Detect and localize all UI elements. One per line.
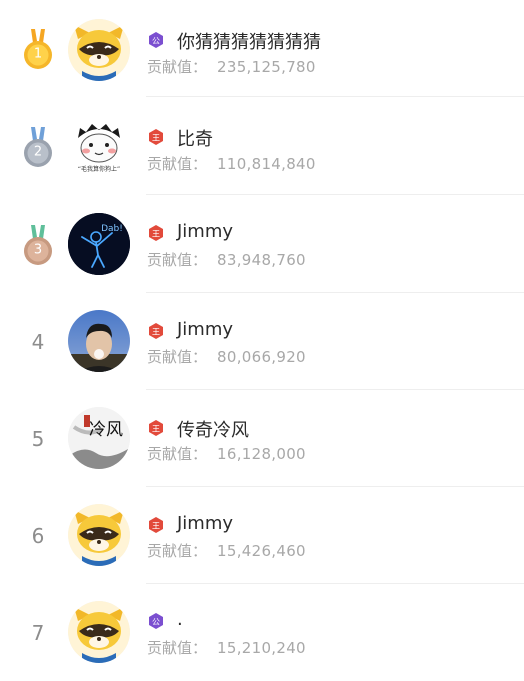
avatar-caption: “毛我算你狗上” [78, 165, 120, 173]
guild-badge-icon: 公 [147, 612, 165, 630]
user-name[interactable]: 你猜猜猜猜猜猜猜 [177, 28, 321, 54]
ranking-row[interactable]: 5 冷风 王 传奇冷风 贡献值： 16,128,000 [0, 390, 524, 487]
ranking-row[interactable]: 7 公 . 贡献值： 15,210,240 [0, 584, 524, 681]
raccoon-avatar-icon [68, 19, 130, 81]
contribution-text: 贡献值： 15,426,460 [147, 540, 306, 561]
bronze-medal-icon: 3 [19, 225, 57, 267]
contribution-label: 贡献值： [147, 58, 208, 76]
contribution-label: 贡献值： [147, 639, 208, 657]
user-name[interactable]: 比奇 [177, 125, 213, 151]
rank-number: 4 [31, 330, 45, 354]
user-avatar[interactable]: Dab! [68, 213, 130, 275]
user-name[interactable]: Jimmy [177, 319, 233, 340]
contribution-text: 贡献值： 15,210,240 [147, 637, 306, 658]
contribution-value: 110,814,840 [217, 155, 316, 173]
king-badge-icon: 王 [147, 516, 165, 534]
user-avatar[interactable] [68, 504, 130, 566]
badge-label: 王 [152, 425, 160, 434]
king-badge-icon: 王 [147, 128, 165, 146]
raccoon-avatar-icon [68, 601, 130, 663]
ranking-row[interactable]: 3 Dab! 王 Jimmy 贡献值： 83,948,760 [0, 196, 524, 293]
badge-label: 王 [152, 328, 160, 337]
user-name[interactable]: . [177, 609, 183, 630]
badge-label: 公 [152, 618, 160, 627]
divider [146, 194, 524, 195]
contribution-value: 80,066,920 [217, 348, 306, 366]
contribution-label: 贡献值： [147, 155, 208, 173]
rank-number: 7 [31, 621, 45, 645]
rank-medal-number: 2 [34, 145, 42, 160]
user-avatar[interactable]: 冷风 [68, 407, 130, 469]
user-avatar[interactable] [68, 601, 130, 663]
badge-label: 王 [152, 230, 160, 239]
contribution-text: 贡献值： 16,128,000 [147, 443, 306, 464]
contribution-value: 15,210,240 [217, 639, 306, 657]
silver-medal-icon: 2 [19, 127, 57, 169]
user-name[interactable]: Jimmy [177, 513, 233, 534]
rank-number: 5 [31, 427, 45, 451]
badge-label: 公 [152, 37, 160, 46]
contribution-value: 16,128,000 [217, 445, 306, 463]
ranking-row[interactable]: 6 王 Jimmy 贡献值： 15,426,460 [0, 487, 524, 584]
badge-label: 王 [152, 134, 160, 143]
contribution-label: 贡献值： [147, 348, 208, 366]
contribution-text: 贡献值： 80,066,920 [147, 346, 306, 367]
contribution-value: 83,948,760 [217, 251, 306, 269]
guild-badge-icon: 公 [147, 31, 165, 49]
contribution-value: 15,426,460 [217, 542, 306, 560]
photo-avatar-icon [68, 310, 130, 372]
contribution-label: 贡献值： [147, 542, 208, 560]
king-badge-icon: 王 [147, 322, 165, 340]
ranking-list: 1 公 你猜猜猜猜猜猜猜 贡献值： 235,125,780 2 “毛我算你狗上”… [0, 0, 524, 681]
user-name[interactable]: Jimmy [177, 221, 233, 242]
rank-number: 6 [31, 524, 45, 548]
contribution-text: 贡献值： 110,814,840 [147, 153, 316, 174]
badge-label: 王 [152, 522, 160, 531]
raccoon-avatar-icon [68, 504, 130, 566]
rank-medal-number: 3 [34, 243, 42, 258]
avatar-caption: Dab! [101, 224, 123, 234]
user-avatar[interactable] [68, 310, 130, 372]
dab-neon-avatar-icon: Dab! [68, 213, 130, 275]
user-avatar[interactable] [68, 19, 130, 81]
contribution-text: 贡献值： 235,125,780 [147, 56, 316, 77]
gold-medal-icon: 1 [19, 29, 57, 71]
avatar-caption: 冷风 [89, 420, 123, 440]
divider [146, 96, 524, 97]
contribution-label: 贡献值： [147, 251, 208, 269]
king-badge-icon: 王 [147, 419, 165, 437]
ranking-row[interactable]: 1 公 你猜猜猜猜猜猜猜 贡献值： 235,125,780 [0, 0, 524, 97]
user-name[interactable]: 传奇冷风 [177, 416, 249, 442]
contribution-label: 贡献值： [147, 445, 208, 463]
ranking-row[interactable]: 4 王 Jimmy 贡献值： 80,066,920 [0, 293, 524, 390]
cartoon-face-avatar-icon: “毛我算你狗上” [68, 118, 130, 180]
contribution-value: 235,125,780 [217, 58, 316, 76]
ranking-row[interactable]: 2 “毛我算你狗上” 王 比奇 贡献值： 110,814,840 [0, 98, 524, 195]
king-badge-icon: 王 [147, 224, 165, 242]
contribution-text: 贡献值： 83,948,760 [147, 249, 306, 270]
user-avatar[interactable]: “毛我算你狗上” [68, 118, 130, 180]
rank-medal-number: 1 [34, 47, 42, 62]
ink-calligraphy-avatar-icon: 冷风 [68, 407, 130, 469]
